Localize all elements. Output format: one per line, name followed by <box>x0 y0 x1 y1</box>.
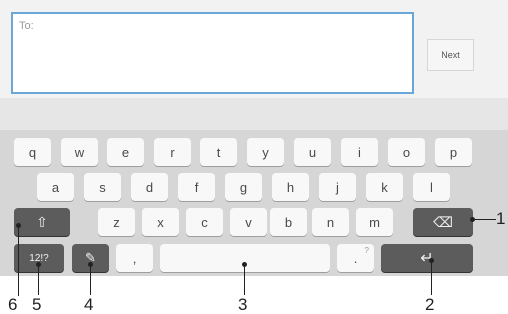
key-w[interactable]: w <box>61 138 98 166</box>
key-c[interactable]: c <box>186 208 223 236</box>
callout-1-line <box>472 219 496 220</box>
key-y[interactable]: y <box>247 138 284 166</box>
key-t[interactable]: t <box>200 138 237 166</box>
key-x[interactable]: x <box>142 208 179 236</box>
key-o[interactable]: o <box>388 138 425 166</box>
to-label: To: <box>19 20 34 32</box>
period-hint: ? <box>364 246 369 255</box>
key-i[interactable]: i <box>341 138 378 166</box>
key-k[interactable]: k <box>366 173 403 201</box>
backspace-key[interactable]: ⌫ <box>413 208 473 236</box>
callout-6-line <box>18 226 19 296</box>
callout-1: 1 <box>496 209 506 228</box>
key-j[interactable]: j <box>319 173 356 201</box>
callout-2-line <box>431 261 432 295</box>
suggestion-strip <box>0 98 508 130</box>
enter-key[interactable]: ↵ <box>381 244 473 272</box>
key-m[interactable]: m <box>356 208 393 236</box>
key-p[interactable]: p <box>435 138 472 166</box>
period-key[interactable]: . ? <box>337 244 374 272</box>
key-v[interactable]: v <box>230 208 267 236</box>
keyboard: q w e r t y u i o p a s d f g h j k l ⇧ … <box>0 130 508 276</box>
key-f[interactable]: f <box>178 173 215 201</box>
period-label: . <box>353 250 358 266</box>
callout-5: 5 <box>32 295 42 314</box>
key-g[interactable]: g <box>225 173 262 201</box>
key-h[interactable]: h <box>272 173 309 201</box>
callout-2: 2 <box>425 295 435 314</box>
key-q[interactable]: q <box>14 138 51 166</box>
next-button[interactable]: Next <box>427 39 474 71</box>
callout-5-line <box>38 265 39 295</box>
backspace-icon: ⌫ <box>433 213 453 230</box>
shift-key[interactable]: ⇧ <box>14 208 70 236</box>
symbols-key[interactable]: 12!? <box>14 244 64 272</box>
comma-key[interactable]: , <box>116 244 153 272</box>
space-key[interactable] <box>160 244 330 272</box>
key-u[interactable]: u <box>294 138 331 166</box>
key-r[interactable]: r <box>154 138 191 166</box>
key-e[interactable]: e <box>107 138 144 166</box>
shift-icon: ⇧ <box>36 213 48 230</box>
callout-6: 6 <box>8 295 18 314</box>
key-b[interactable]: b <box>270 208 307 236</box>
key-z[interactable]: z <box>98 208 135 236</box>
key-d[interactable]: d <box>131 173 168 201</box>
key-n[interactable]: n <box>312 208 349 236</box>
callout-3: 3 <box>238 295 248 314</box>
key-l[interactable]: l <box>413 173 450 201</box>
key-s[interactable]: s <box>84 173 121 201</box>
callout-3-line <box>244 265 245 295</box>
callout-4: 4 <box>84 295 94 314</box>
key-a[interactable]: a <box>37 173 74 201</box>
to-field[interactable]: To: <box>11 12 414 94</box>
callout-4-line <box>90 265 91 295</box>
